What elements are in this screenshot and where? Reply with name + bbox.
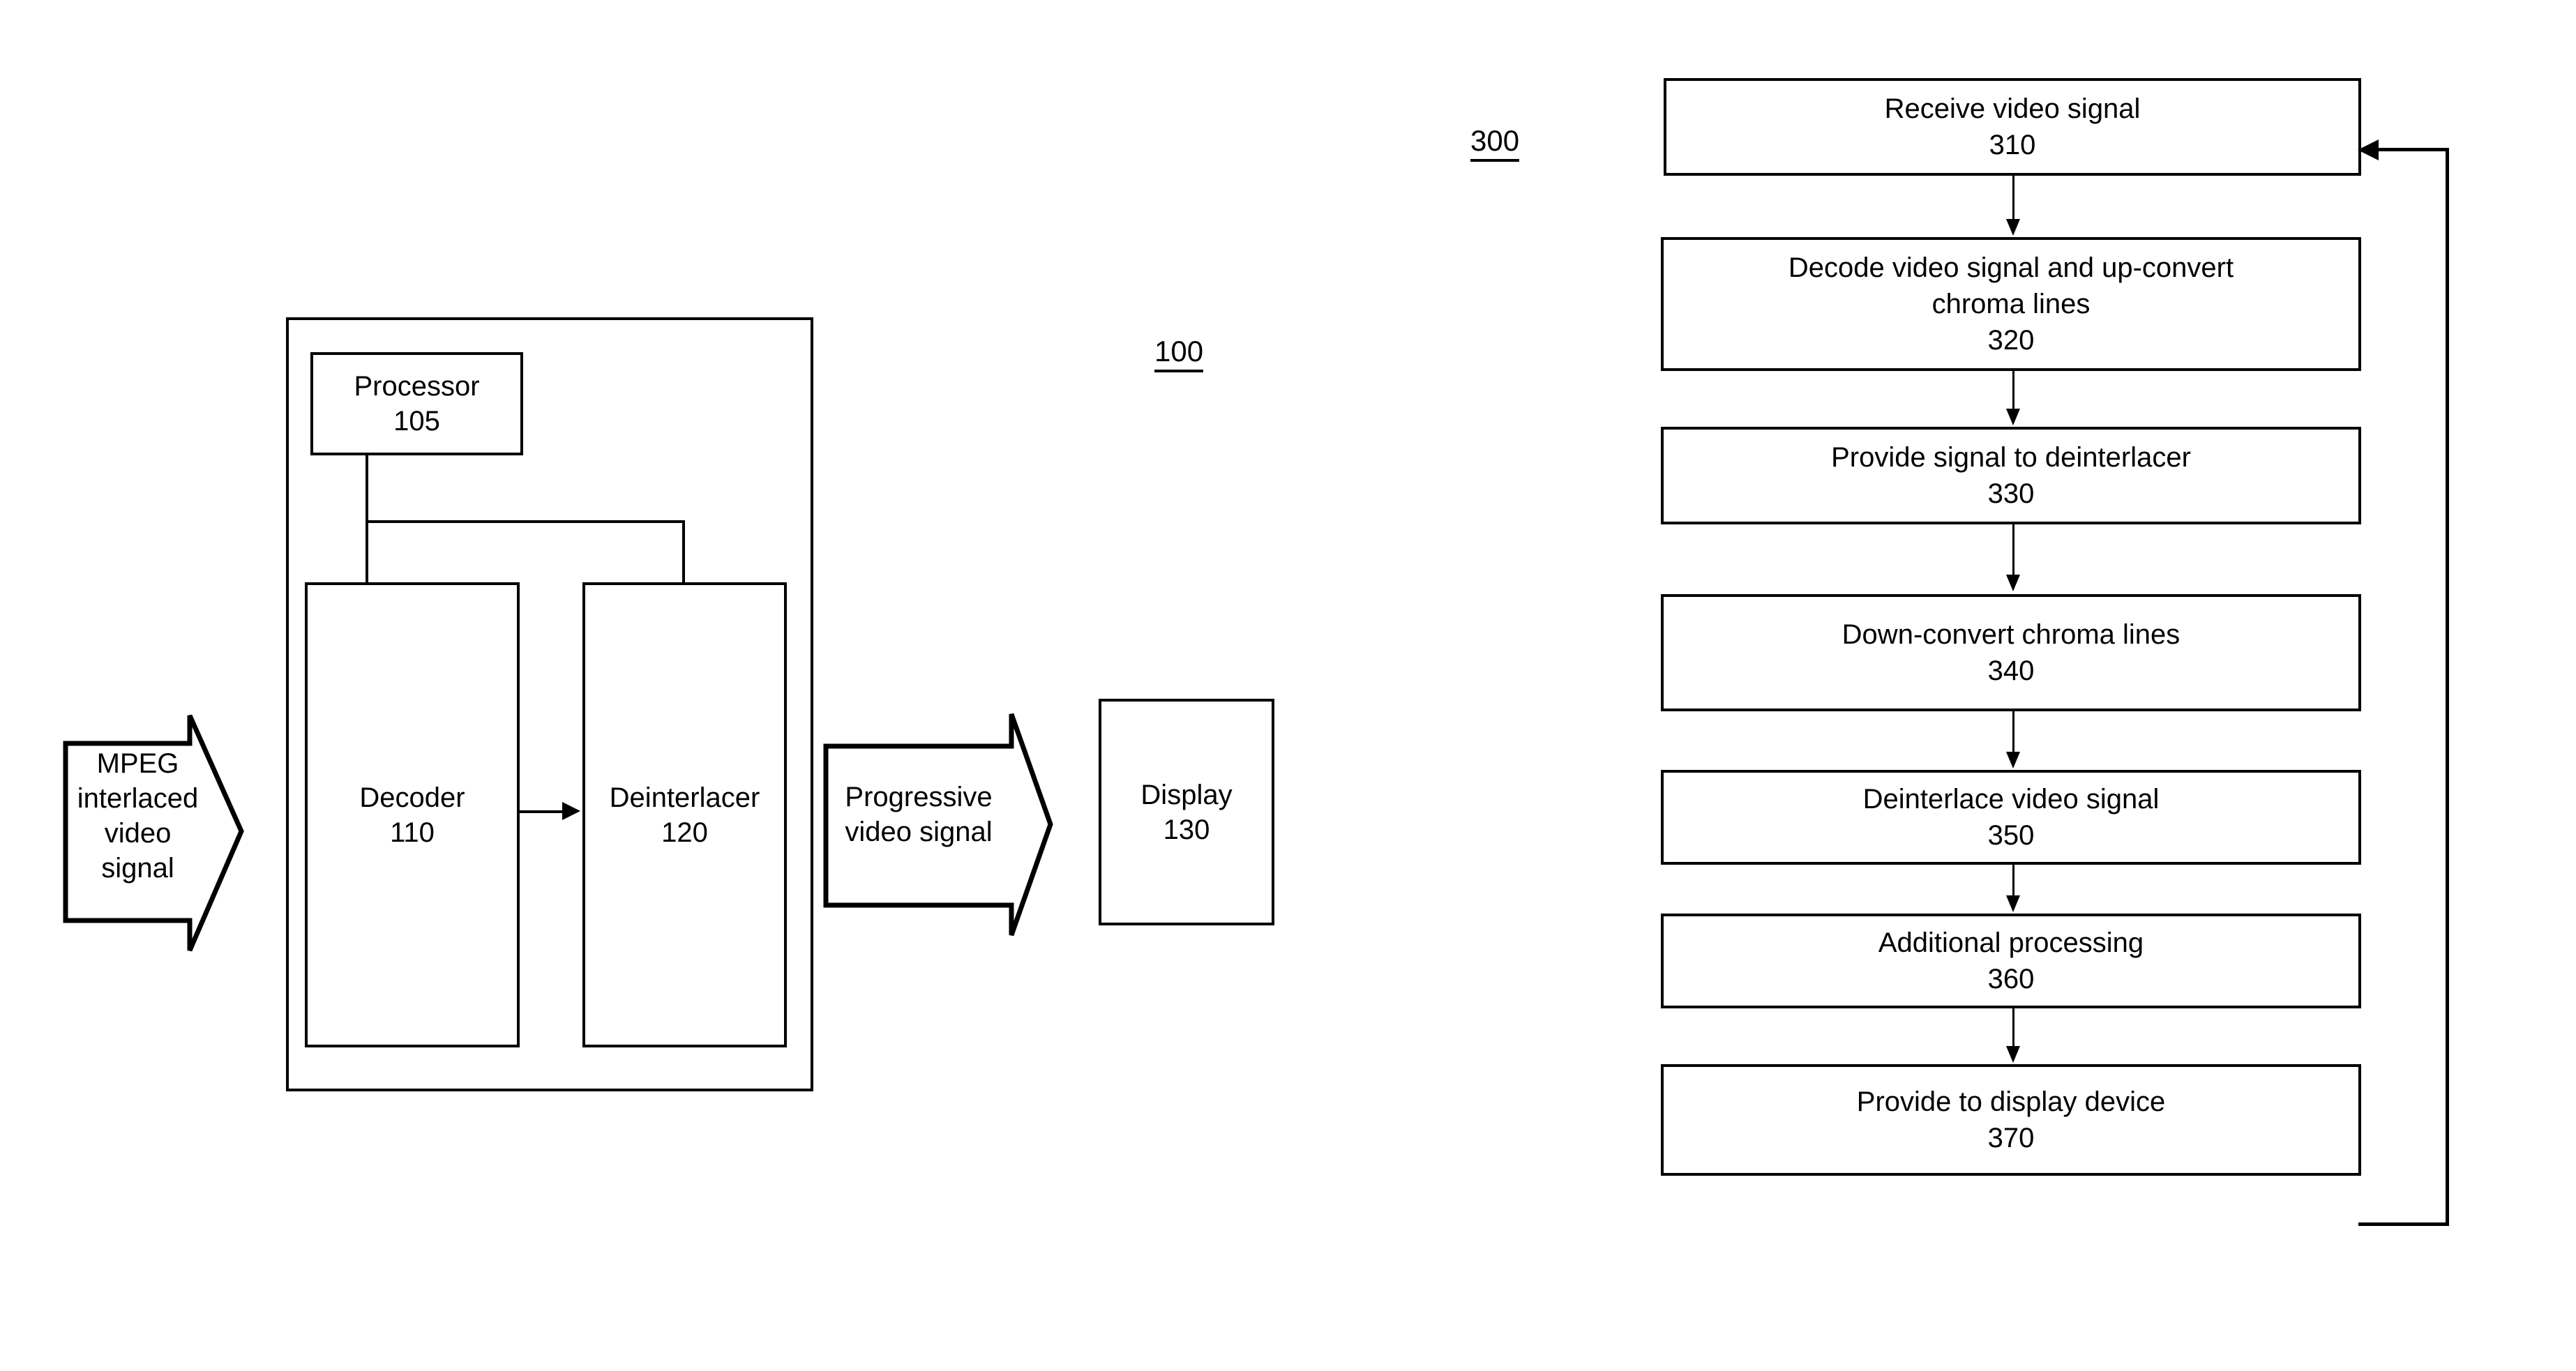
fc-step-360: Additional processing 360 xyxy=(1661,914,2361,1008)
fc-step-360-number: 360 xyxy=(1987,964,2035,994)
fc-step-360-line-1: Additional processing xyxy=(1878,927,2144,958)
fc-step-350-number: 350 xyxy=(1987,820,2035,851)
fig1-decoder-number: 110 xyxy=(390,817,435,848)
fc-step-310-line-1: Receive video signal xyxy=(1884,93,2141,124)
fig1-processor-title: Processor xyxy=(354,371,480,402)
fc-step-310: Receive video signal 310 xyxy=(1664,78,2361,176)
arrow-down-icon xyxy=(2006,895,2020,912)
fc-step-320-line-2: chroma lines xyxy=(1931,289,2091,319)
fig1-block-deinterlacer: Deinterlacer 120 xyxy=(582,582,787,1047)
input-arrow-line-1: MPEG xyxy=(96,748,179,779)
output-arrow-line-2: video signal xyxy=(845,817,993,847)
fig1-display-title: Display xyxy=(1140,779,1233,810)
fig1-processor-number: 105 xyxy=(393,406,440,437)
fig1-deinterlacer-title: Deinterlacer xyxy=(609,782,760,813)
fc-step-370-number: 370 xyxy=(1987,1123,2035,1153)
output-arrow-label: Progressive video signal xyxy=(831,780,1006,849)
arrow-down-icon xyxy=(2006,752,2020,768)
fc-feedback-segment-bottom xyxy=(2358,1222,2449,1226)
arrow-down-icon xyxy=(2006,409,2020,425)
arrow-left-icon xyxy=(2358,139,2379,160)
fc-step-340-line-1: Down-convert chroma lines xyxy=(1841,619,2180,650)
input-arrow-line-3: video xyxy=(104,818,172,849)
fc-step-330: Provide signal to deinterlacer 330 xyxy=(1661,427,2361,524)
fc-step-330-number: 330 xyxy=(1987,478,2035,509)
arrow-down-icon xyxy=(2006,219,2020,236)
fc-step-340: Down-convert chroma lines 340 xyxy=(1661,594,2361,711)
fig1-reference-number: 100 xyxy=(1154,335,1204,372)
fc-step-320-line-1: Decode video signal and up-convert xyxy=(1788,252,2234,283)
arrow-down-icon xyxy=(2006,575,2020,591)
fc-step-350-line-1: Deinterlace video signal xyxy=(1862,784,2160,815)
fc-step-340-number: 340 xyxy=(1987,656,2035,686)
fig1-connector-decoder-to-deinterlacer xyxy=(520,810,566,813)
fig1-connector-processor-bus xyxy=(366,520,685,523)
input-arrow-label: MPEG interlaced video signal xyxy=(70,746,206,886)
fig1-block-processor: Processor 105 xyxy=(310,352,523,455)
fig1-block-decoder: Decoder 110 xyxy=(305,582,520,1047)
fig1-block-display: Display 130 xyxy=(1099,699,1274,925)
arrow-right-icon xyxy=(562,802,580,820)
fig1-display-number: 130 xyxy=(1163,814,1210,845)
fc-step-370-line-1: Provide to display device xyxy=(1856,1086,2166,1117)
fc-feedback-segment-right xyxy=(2446,148,2449,1226)
fc-step-350: Deinterlace video signal 350 xyxy=(1661,770,2361,865)
input-arrow-line-4: signal xyxy=(101,853,174,884)
arrow-down-icon xyxy=(2006,1046,2020,1063)
fig1-connector-to-decoder xyxy=(366,520,368,584)
fc-step-320: Decode video signal and up-convert chrom… xyxy=(1661,237,2361,371)
fig1-connector-processor-stem xyxy=(366,453,368,523)
fc-step-370: Provide to display device 370 xyxy=(1661,1064,2361,1176)
fig3-reference-number: 300 xyxy=(1470,124,1520,162)
fc-step-310-number: 310 xyxy=(1989,130,2036,160)
fig1-deinterlacer-number: 120 xyxy=(661,817,708,848)
fig1-decoder-title: Decoder xyxy=(359,782,465,813)
patent-figure-page: Processor 105 Decoder 110 Deinterlacer 1… xyxy=(0,0,2576,1371)
fc-step-320-number: 320 xyxy=(1987,325,2035,356)
input-arrow-line-2: interlaced xyxy=(77,783,199,814)
fc-step-330-line-1: Provide signal to deinterlacer xyxy=(1831,442,2191,473)
output-arrow-line-1: Progressive xyxy=(845,782,993,812)
fig1-connector-to-deinterlacer xyxy=(682,520,685,584)
fc-feedback-segment-top xyxy=(2379,148,2448,151)
